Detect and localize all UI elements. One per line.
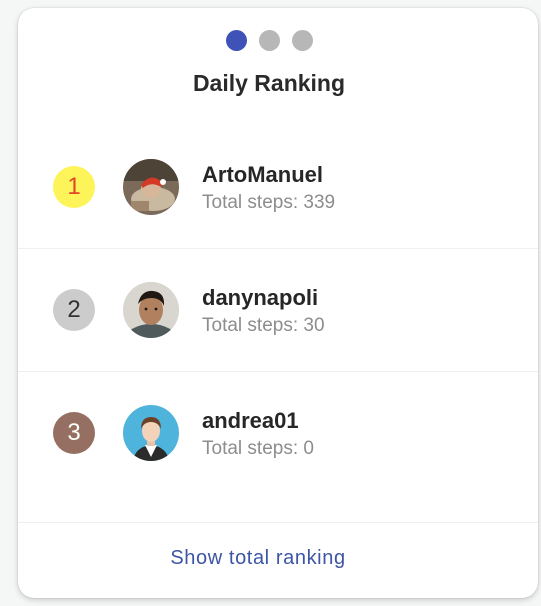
username: danynapoli [202,285,319,310]
page-dot-1[interactable] [225,30,247,51]
total-steps: Total steps: 30 [202,315,325,336]
user-avatar [123,159,179,215]
card-title: Daily Ranking [192,70,346,96]
ranking-row-1[interactable]: 1 ArtoManuel Total steps: 339 [18,126,538,249]
ranking-list: 1 ArtoManuel Total steps: 339 2 danynapo… [18,126,538,523]
page-indicator [18,30,529,51]
total-steps: Total steps: 0 [202,438,314,459]
rank-badge: 3 [53,412,95,454]
username: andrea01 [202,408,299,433]
rank-badge: 2 [53,289,95,331]
page-dot-3[interactable] [291,30,313,51]
show-total-ranking-link[interactable]: Show total ranking [18,547,518,570]
total-steps: Total steps: 339 [202,192,336,213]
ranking-card: Daily Ranking 1 ArtoManuel Total steps: … [18,8,538,598]
ranking-row-3[interactable]: 3 andrea01 Total steps: 0 [18,372,538,523]
page-dot-2[interactable] [258,30,280,51]
username: ArtoManuel [202,162,323,187]
user-avatar [123,282,179,338]
ranking-row-2[interactable]: 2 danynapoli Total steps: 30 [18,249,538,372]
default-user-avatar-icon [123,405,179,461]
rank-badge: 1 [53,166,95,208]
